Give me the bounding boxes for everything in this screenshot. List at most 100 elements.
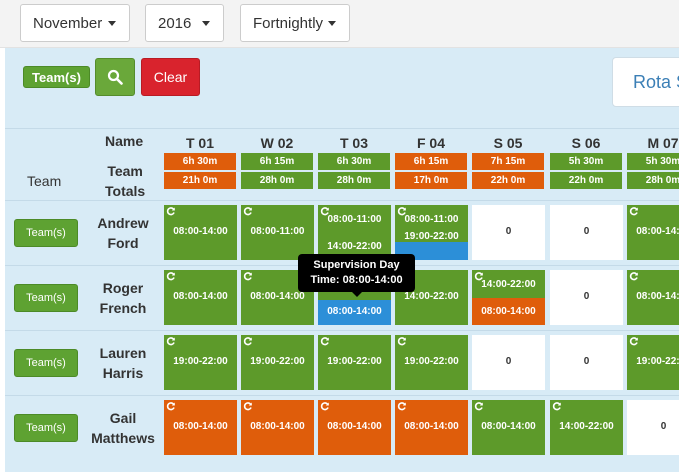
shift-time-secondary: 14:00-22:00 bbox=[327, 241, 382, 252]
row-team-button[interactable]: Team(s) bbox=[14, 349, 78, 377]
shift-cell[interactable]: 08:00-14:00 bbox=[627, 205, 679, 260]
employee-first-name: Andrew bbox=[97, 215, 149, 231]
refresh-icon bbox=[397, 336, 407, 346]
caret-down-icon bbox=[328, 21, 336, 26]
shift-time: 19:00-22:00 bbox=[404, 356, 459, 367]
tooltip-title: Supervision Day bbox=[313, 259, 400, 271]
rota-title-box[interactable]: Rota S bbox=[612, 57, 679, 107]
refresh-icon bbox=[320, 401, 330, 411]
empty-shift-cell[interactable]: 0 bbox=[550, 335, 623, 390]
refresh-icon bbox=[474, 401, 484, 411]
shift-cell[interactable]: 08:00-14:00 bbox=[164, 205, 237, 260]
shift-cell[interactable]: 08:00-14:00 bbox=[164, 400, 237, 455]
caret-down-icon bbox=[202, 21, 210, 26]
year-select[interactable]: 2016 bbox=[145, 4, 224, 42]
refresh-icon bbox=[166, 401, 176, 411]
day-header: M 07 bbox=[647, 135, 679, 151]
shift-time: 0 bbox=[505, 356, 512, 367]
clear-button[interactable]: Clear bbox=[141, 58, 200, 96]
shift-time-secondary: 19:00-22:00 bbox=[404, 231, 459, 242]
rota-panel: Team(s) Clear Rota S Name Team Totals Te… bbox=[5, 48, 679, 472]
refresh-icon bbox=[166, 206, 176, 216]
shift-time: 19:00-22:00 bbox=[250, 356, 305, 367]
refresh-icon bbox=[243, 206, 253, 216]
shift-cell[interactable]: 08:00-11:00 14:00-22:00 bbox=[318, 205, 391, 260]
day-header: S 05 bbox=[493, 135, 523, 151]
shift-time: 19:00-22:00 bbox=[636, 356, 679, 367]
shift-cell[interactable]: 08:00-14:00 bbox=[241, 400, 314, 455]
shift-time: 08:00-14:00 bbox=[173, 291, 228, 302]
employee-first-name: Roger bbox=[102, 280, 144, 296]
day-header: F 04 bbox=[416, 135, 445, 151]
team-totals-line2: Totals bbox=[105, 183, 146, 199]
employee-name: Gail Matthews bbox=[87, 408, 159, 448]
empty-shift-cell[interactable]: 0 bbox=[550, 270, 623, 325]
day-total-hours: 5h 30m bbox=[550, 153, 622, 170]
employee-last-name: Harris bbox=[102, 365, 144, 381]
shift-time: 08:00-14:00 bbox=[250, 421, 305, 432]
shift-time: 14:00-22:00 bbox=[559, 421, 614, 432]
employee-name: Lauren Harris bbox=[87, 343, 159, 383]
day-total-hours: 6h 30m bbox=[318, 153, 390, 170]
day-total-hours: 6h 15m bbox=[395, 153, 467, 170]
shift-cell[interactable]: 08:00-14:00 bbox=[318, 400, 391, 455]
filter-bar: November 2016 Fortnightly bbox=[0, 0, 679, 48]
empty-shift-cell[interactable]: 0 bbox=[550, 205, 623, 260]
shift-cell[interactable]: 19:00-22:00 bbox=[164, 335, 237, 390]
team-total-hours: 28h 0m bbox=[318, 172, 390, 189]
row-team-button[interactable]: Team(s) bbox=[14, 414, 78, 442]
refresh-icon bbox=[629, 206, 639, 216]
refresh-icon bbox=[629, 336, 639, 346]
period-select[interactable]: Fortnightly bbox=[240, 4, 350, 42]
shift-cell[interactable]: 19:00-22:00 bbox=[318, 335, 391, 390]
refresh-icon bbox=[166, 271, 176, 281]
shift-cell[interactable]: 08:00-14:00 bbox=[164, 270, 237, 325]
row-divider bbox=[5, 200, 679, 201]
employee-last-name: French bbox=[99, 300, 147, 316]
shift-time: 0 bbox=[583, 226, 590, 237]
row-team-button[interactable]: Team(s) bbox=[14, 284, 78, 312]
refresh-icon bbox=[166, 336, 176, 346]
team-total-hours: 22h 0m bbox=[472, 172, 544, 189]
shift-cell[interactable]: 14:00-22:00 08:00-14:00 bbox=[472, 270, 545, 325]
team-total-hours: 22h 0m bbox=[550, 172, 622, 189]
refresh-icon bbox=[243, 336, 253, 346]
shift-time: 0 bbox=[583, 291, 590, 302]
day-total-hours: 7h 15m bbox=[472, 153, 544, 170]
shift-cell[interactable]: 19:00-22:00 bbox=[241, 335, 314, 390]
search-button[interactable] bbox=[95, 58, 135, 96]
year-select-value: 2016 bbox=[158, 14, 192, 32]
shift-cell[interactable]: 08:00-14:00 bbox=[395, 400, 468, 455]
shift-time: 14:00-22:00 bbox=[481, 279, 536, 290]
team-filter-button[interactable]: Team(s) bbox=[23, 66, 90, 88]
row-divider bbox=[5, 330, 679, 331]
shift-cell[interactable]: 08:00-11:00 19:00-22:00 bbox=[395, 205, 468, 260]
shift-time: 19:00-22:00 bbox=[327, 356, 382, 367]
day-header: T 01 bbox=[185, 135, 214, 151]
shift-cell[interactable]: 19:00-22:00 bbox=[395, 335, 468, 390]
name-column-header: Name bbox=[105, 133, 144, 149]
shift-cell[interactable]: 14:00-22:00 bbox=[550, 400, 623, 455]
team-totals-line1: Team bbox=[107, 163, 143, 179]
shift-time: 08:00-11:00 bbox=[327, 214, 382, 225]
rota-title: Rota S bbox=[633, 71, 679, 92]
shift-time: 0 bbox=[660, 421, 667, 432]
refresh-icon bbox=[320, 336, 330, 346]
shift-cell[interactable]: 08:00-14:00 bbox=[627, 270, 679, 325]
shift-time: 08:00-14:00 bbox=[327, 421, 382, 432]
shift-cell[interactable]: 08:00-14:00 bbox=[472, 400, 545, 455]
shift-cell[interactable]: 08:00-11:00 bbox=[241, 205, 314, 260]
shift-cell[interactable]: 19:00-22:00 bbox=[627, 335, 679, 390]
employee-last-name: Ford bbox=[107, 235, 139, 251]
shift-tooltip: Supervision Day Time: 08:00-14:00 bbox=[298, 254, 415, 292]
empty-shift-cell[interactable]: 0 bbox=[472, 205, 545, 260]
shift-time: 08:00-11:00 bbox=[404, 214, 459, 225]
empty-shift-cell[interactable]: 0 bbox=[472, 335, 545, 390]
month-select[interactable]: November bbox=[20, 4, 130, 42]
refresh-icon bbox=[629, 271, 639, 281]
shift-time: 0 bbox=[505, 226, 512, 237]
row-team-button[interactable]: Team(s) bbox=[14, 219, 78, 247]
empty-shift-cell[interactable]: 0 bbox=[627, 400, 679, 455]
shift-time: 08:00-11:00 bbox=[250, 226, 305, 237]
day-total-hours: 6h 15m bbox=[241, 153, 313, 170]
